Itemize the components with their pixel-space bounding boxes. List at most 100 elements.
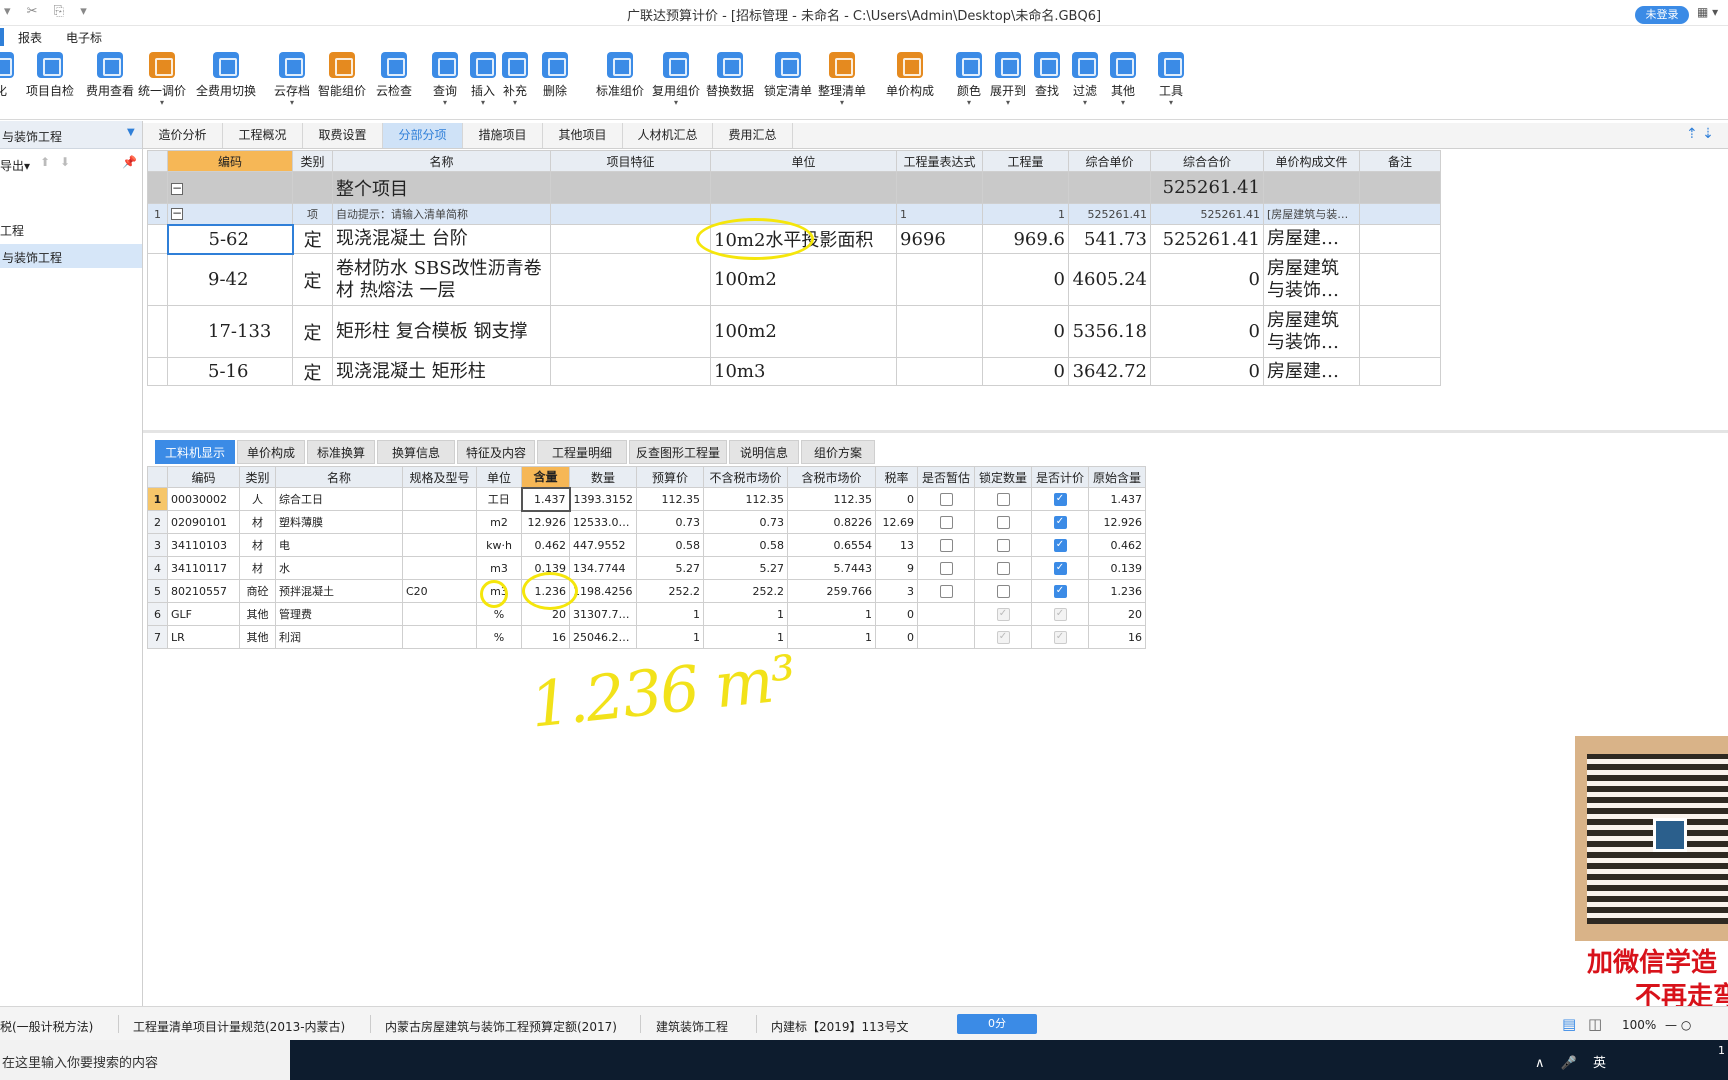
pane-splitter[interactable] [143,430,1728,433]
ribbon-btn-16[interactable]: 整理清单 ▾ [818,52,866,107]
checkbox[interactable]: ✓ [1053,515,1067,529]
col-header[interactable]: 含税市场价 [787,466,876,488]
checkbox[interactable] [939,561,953,575]
resource-row[interactable]: 1 00030002 人综合工日 工日 1.437 1393.3152 112.35 112.… [147,486,1146,512]
col-header[interactable]: 单位 [476,466,522,488]
quota-code[interactable]: 5-62 [166,223,294,255]
checkbox[interactable] [939,492,953,506]
quota-code[interactable]: 5-16 [167,357,293,386]
col-header[interactable]: 名称 [275,466,403,488]
checkbox[interactable] [939,515,953,529]
ribbon-btn-20[interactable]: 查找 [1034,52,1060,99]
col-header[interactable] [147,466,168,488]
ribbon-btn-5[interactable]: 云存档 ▾ [274,52,310,107]
view-normal-icon[interactable]: ▤ [1562,1015,1576,1033]
taskbar-search[interactable]: 在这里输入你要搜索的内容 [0,1040,290,1080]
bill-row[interactable]: 1− 项自动提示：请输入清单简称 1 1 525261.41 525261.41 [房屋建筑… [147,203,1441,225]
detail-tab-1[interactable]: 单价构成 [237,440,305,464]
quota-unit[interactable]: 100m2 [710,305,897,358]
resource-row[interactable]: 2 02090101 材塑料薄膜 m2 12.926 12533.0… 0.73 0.73 0.… [147,510,1146,534]
checkbox[interactable] [996,538,1010,552]
detail-tab-5[interactable]: 工程量明细 [537,440,627,464]
ribbon-btn-4[interactable]: 全费用切换 [196,52,256,99]
quota-unit[interactable]: 100m2 [710,253,897,306]
quota-row[interactable]: 9-42 定卷材防水 SBS改性沥青卷材 热熔法 一层 100m2 0 4605.24 0… [147,253,1441,306]
tab-2[interactable]: 取费设置 [303,123,383,148]
ribbon-btn-17[interactable]: 单价构成 [886,52,934,99]
checkbox[interactable]: ✓ [1053,538,1067,552]
zoom-slider[interactable]: — ○ [1665,1018,1691,1032]
detail-tab-6[interactable]: 反查图形工程量 [629,440,727,464]
col-header[interactable] [147,150,168,172]
checkbox[interactable] [939,584,953,598]
col-header[interactable]: 类别 [239,466,276,488]
move-up-icon[interactable]: ⬆ [40,155,50,169]
col-header[interactable]: 税率 [875,466,918,488]
col-header[interactable]: 单位 [710,150,897,172]
detail-tab-4[interactable]: 特征及内容 [457,440,535,464]
detail-tab-3[interactable]: 换算信息 [377,440,455,464]
col-header[interactable]: 不含税市场价 [703,466,788,488]
tab-5[interactable]: 其他项目 [543,123,623,148]
col-header[interactable]: 工程量表达式 [896,150,983,172]
col-header[interactable]: 综合合价 [1150,150,1264,172]
tab-3[interactable]: 分部分项 [383,123,463,148]
tab-0[interactable]: 造价分析 [143,123,223,148]
col-header[interactable]: 备注 [1359,150,1441,172]
quota-name[interactable]: 现浇混凝土 台阶 [332,224,551,254]
col-header[interactable]: 是否计价 [1031,466,1089,488]
quota-name[interactable]: 现浇混凝土 矩形柱 [332,357,551,386]
ribbon-btn-19[interactable]: 展开到 ▾ [990,52,1026,107]
move-down-icon[interactable]: ⬇ [60,155,70,169]
quota-code[interactable]: 9-42 [167,253,293,306]
col-header[interactable]: 数量 [569,466,637,488]
ribbon-btn-0[interactable]: 化 [0,52,14,99]
total-row[interactable]: − 整个项目 525261.41 [147,171,1441,204]
col-header[interactable]: 工程量 [982,150,1069,172]
detail-tab-2[interactable]: 标准换算 [307,440,375,464]
col-header[interactable]: 综合单价 [1068,150,1151,172]
bill-name[interactable]: 自动提示：请输入清单简称 [332,203,551,225]
col-header[interactable]: 项目特征 [550,150,711,172]
ribbon-btn-3[interactable]: 统一调价 ▾ [138,52,186,107]
quota-row[interactable]: 17-133 定矩形柱 复合模板 钢支撑 100m2 0 5356.18 0 房屋建筑与装饰… [147,305,1441,358]
ribbon-btn-10[interactable]: 补充 ▾ [502,52,528,107]
ribbon-btn-21[interactable]: 过滤 ▾ [1072,52,1098,107]
resource-row[interactable]: 5 80210557 商砼 预拌混凝土 C20 m3 1.236 1198.4256 252.2… [147,579,1146,603]
collapse-icon[interactable]: − [171,207,183,221]
ribbon-btn-15[interactable]: 锁定清单 [764,52,812,99]
pin-icon[interactable]: 📌 [122,155,137,169]
resource-row[interactable]: 3 34110103 材电 kw·h 0.462 447.9552 0.58 0.58 0.65… [147,533,1146,557]
ribbon-btn-6[interactable]: 智能组价 [318,52,366,99]
export-button[interactable]: 导出▾ [0,157,30,174]
checkbox[interactable] [996,492,1010,506]
view-split-icon[interactable]: ◫ [1588,1015,1602,1033]
checkbox[interactable]: ✓ [1053,584,1067,598]
scroll-arrows-icon[interactable]: ⇡ ⇣ [1686,126,1714,142]
quota-code[interactable]: 17-133 [167,305,293,358]
quota-name[interactable]: 卷材防水 SBS改性沥青卷材 热熔法 一层 [332,253,551,306]
checkbox[interactable] [996,561,1010,575]
resource-row[interactable]: 4 34110117 材水 m3 0.139 134.7744 5.27 5.27 5.7443… [147,556,1146,580]
ribbon-btn-14[interactable]: 替换数据 [706,52,754,99]
detail-tab-7[interactable]: 说明信息 [729,440,799,464]
ribbon-btn-1[interactable]: 项目自检 [26,52,74,99]
checkbox[interactable]: ✓ [1053,492,1067,506]
ribbon-btn-23[interactable]: 工具 ▾ [1158,52,1184,107]
menu-e-bid[interactable]: 电子标 [66,29,102,46]
tree-item-project[interactable]: 工程 [0,222,24,239]
checkbox[interactable] [996,515,1010,529]
resource-row[interactable]: 7 LR 其他 利润% 16 25046.2… 1 1 1 0 ✓ ✓ 16 [147,625,1146,649]
col-header[interactable]: 名称 [332,150,551,172]
quota-row[interactable]: 5-16 定现浇混凝土 矩形柱 10m3 0 3642.72 0 房屋建… [147,357,1441,386]
resource-row[interactable]: 6 GLF 其他 管理费% 20 31307.7… 1 1 1 0 ✓ ✓ 20 [147,602,1146,626]
tab-7[interactable]: 费用汇总 [713,123,793,148]
system-tray[interactable]: ∧ 🎤 英 [1535,1052,1612,1071]
col-header[interactable]: 类别 [292,150,333,172]
checkbox[interactable]: ✓ [1053,561,1067,575]
ribbon-btn-18[interactable]: 颜色 ▾ [956,52,982,107]
col-header[interactable]: 规格及型号 [402,466,477,488]
ribbon-btn-11[interactable]: 删除 [542,52,568,99]
checkbox[interactable] [996,584,1010,598]
ribbon-btn-12[interactable]: 标准组价 [596,52,644,99]
